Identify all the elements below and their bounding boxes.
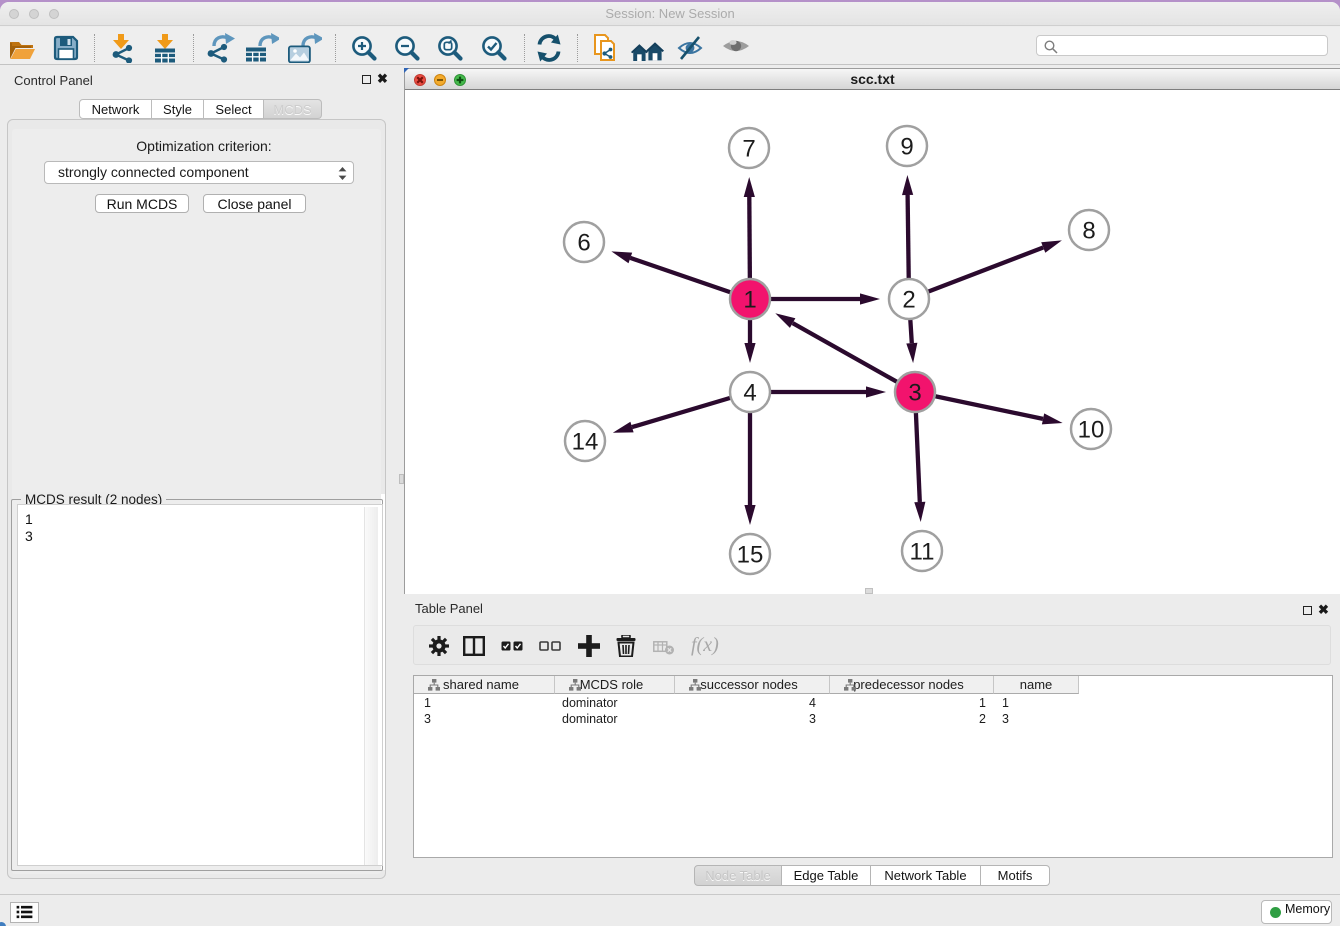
svg-text:2: 2 — [902, 287, 915, 314]
svg-text:15: 15 — [737, 542, 764, 569]
svg-text:6: 6 — [577, 230, 590, 257]
svg-text:14: 14 — [572, 429, 599, 456]
svg-text:9: 9 — [900, 134, 913, 161]
svg-text:11: 11 — [910, 539, 935, 566]
svg-text:10: 10 — [1078, 417, 1105, 444]
svg-text:3: 3 — [908, 380, 921, 407]
svg-text:4: 4 — [743, 380, 756, 407]
svg-text:1: 1 — [743, 287, 756, 314]
svg-text:7: 7 — [742, 136, 755, 163]
svg-text:8: 8 — [1082, 218, 1095, 245]
